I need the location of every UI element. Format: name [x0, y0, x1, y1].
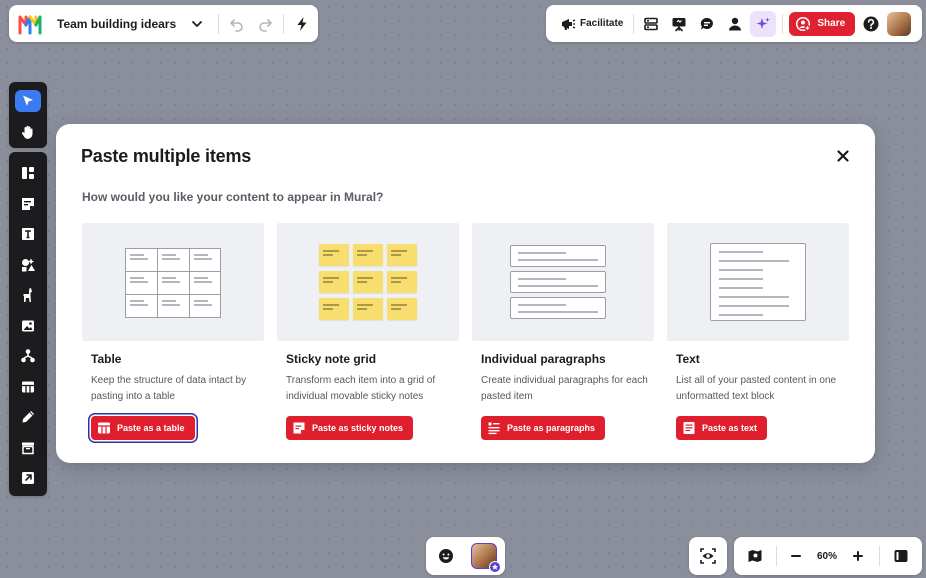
image-icon[interactable]: [15, 313, 41, 339]
undo-icon[interactable]: [225, 12, 249, 36]
emoji-icon[interactable]: [433, 543, 459, 569]
text-block-icon: [682, 421, 696, 435]
paste-multiple-items-dialog: Paste multiple items How would you like …: [56, 124, 875, 463]
hand-pan-icon[interactable]: [15, 121, 41, 143]
paste-as-sticky-notes-button[interactable]: Paste as sticky notes: [286, 416, 414, 440]
lightning-icon[interactable]: [290, 12, 314, 36]
sticky-note-icon: [292, 421, 306, 435]
dialog-question: How would you like your content to appea…: [82, 190, 384, 204]
ai-sparkle-icon[interactable]: [750, 10, 777, 37]
help-icon[interactable]: [858, 11, 884, 37]
table-preview: [82, 223, 264, 341]
facilitator-avatar[interactable]: [471, 543, 501, 573]
option-description: Keep the structure of data intact by pas…: [91, 375, 247, 402]
zoom-in-icon[interactable]: [845, 543, 871, 569]
select-pointer-icon[interactable]: [15, 90, 41, 113]
table-illustration: [125, 248, 221, 318]
zoom-bar: 60%: [734, 537, 922, 575]
shapes-icon[interactable]: [15, 252, 41, 278]
text-icon[interactable]: [15, 221, 41, 247]
chevron-down-icon[interactable]: [190, 17, 204, 31]
sticky-grid-preview: [277, 223, 459, 341]
paste-as-table-button[interactable]: Paste as a table: [91, 416, 195, 440]
diagram-icon[interactable]: [15, 343, 41, 369]
option-card-paragraphs[interactable]: Individual paragraphs Create individual …: [472, 223, 654, 440]
divider: [283, 13, 285, 34]
outline-icon[interactable]: [638, 11, 664, 37]
star-badge-icon: [489, 561, 501, 573]
facilitate-icon: [560, 16, 576, 32]
divider: [879, 546, 880, 566]
table-icon[interactable]: [15, 374, 41, 400]
map-icon[interactable]: [742, 543, 768, 569]
archive-icon[interactable]: [15, 435, 41, 461]
option-description: Transform each item into a grid of indiv…: [286, 375, 436, 402]
close-icon[interactable]: [833, 146, 853, 166]
divider: [782, 13, 784, 34]
board-toolbar: Team building idears: [9, 5, 318, 42]
option-card-text[interactable]: Text List all of your pasted content in …: [667, 223, 849, 440]
import-icon[interactable]: [15, 465, 41, 491]
option-title: Individual paragraphs: [481, 352, 606, 366]
paragraphs-icon: [487, 421, 501, 435]
navigation-tools: [9, 82, 47, 148]
redo-icon[interactable]: [253, 12, 277, 36]
dialog-title: Paste multiple items: [81, 146, 252, 166]
board-title[interactable]: Team building idears: [57, 17, 176, 31]
avatar[interactable]: [887, 11, 912, 36]
templates-icon[interactable]: [15, 160, 41, 186]
reactions-bar: [426, 537, 505, 575]
option-description: List all of your pasted content in one u…: [676, 375, 837, 402]
focus-eye-icon[interactable]: [695, 543, 721, 569]
option-description: Create individual paragraphs for each pa…: [481, 375, 648, 402]
paste-as-paragraphs-button[interactable]: Paste as paragraphs: [481, 416, 606, 440]
option-title: Sticky note grid: [286, 352, 377, 366]
divider: [776, 546, 777, 566]
presentation-icon[interactable]: [666, 11, 692, 37]
option-title: Table: [91, 352, 122, 366]
collaboration-toolbar: Facilitate Share: [546, 5, 922, 42]
llama-icon[interactable]: [15, 282, 41, 308]
text-block-preview: [667, 223, 849, 341]
paste-as-text-button[interactable]: Paste as text: [676, 416, 768, 440]
pen-icon[interactable]: [15, 404, 41, 430]
comments-icon[interactable]: [694, 11, 720, 37]
option-card-sticky-notes[interactable]: Sticky note grid Transform each item int…: [277, 223, 459, 440]
panel-toggle-icon[interactable]: [888, 543, 914, 569]
mural-logo-icon[interactable]: [17, 11, 43, 37]
user-icon[interactable]: [722, 11, 748, 37]
add-user-icon: [795, 16, 811, 32]
document-illustration: [710, 243, 806, 321]
divider: [218, 13, 220, 34]
option-card-table[interactable]: Table Keep the structure of data intact …: [82, 223, 264, 440]
focus-view-bar: [689, 537, 727, 575]
paragraphs-preview: [472, 223, 654, 341]
zoom-level[interactable]: 60%: [809, 551, 845, 562]
table-icon: [97, 421, 111, 435]
zoom-out-icon[interactable]: [783, 543, 809, 569]
divider: [633, 13, 635, 34]
share-button[interactable]: Share: [789, 11, 856, 36]
creation-tools: [9, 152, 47, 496]
sticky-note-icon[interactable]: [15, 191, 41, 217]
option-title: Text: [676, 352, 700, 366]
facilitate-button[interactable]: Facilitate: [558, 11, 627, 37]
